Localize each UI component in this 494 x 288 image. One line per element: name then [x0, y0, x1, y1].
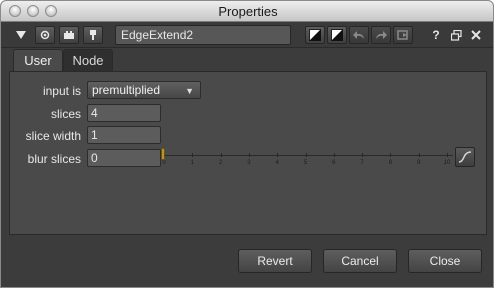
- slider-tick: [248, 153, 250, 157]
- slider-tick: [362, 153, 364, 157]
- slider-tick: [390, 153, 392, 157]
- node-color-swatch-icon[interactable]: [327, 26, 347, 44]
- color-swatch-icon[interactable]: [305, 26, 325, 44]
- blur-slices-slider-track[interactable]: [163, 155, 453, 156]
- slider-tick-label: 10: [443, 160, 451, 166]
- tab-node[interactable]: Node: [63, 49, 113, 71]
- slice-width-label: slice width: [25, 129, 81, 143]
- slider-tick: [220, 153, 222, 157]
- node-graph-icon[interactable]: [59, 26, 79, 44]
- revert-button[interactable]: Revert: [238, 249, 312, 273]
- title-bar: Properties: [1, 1, 493, 22]
- slider-tick: [305, 153, 307, 157]
- tab-user[interactable]: User: [13, 49, 63, 71]
- slider-tick-label: 5: [303, 160, 308, 166]
- input-is-dropdown[interactable]: premultiplied ▼: [87, 81, 201, 99]
- tab-bar: User Node: [1, 49, 493, 71]
- slice-width-input[interactable]: 1: [87, 126, 161, 144]
- redo-icon[interactable]: [371, 26, 391, 44]
- animation-curve-button[interactable]: [455, 147, 475, 167]
- collapse-triangle-icon[interactable]: [14, 26, 28, 44]
- bottom-button-bar: Revert Cancel Close: [1, 241, 493, 287]
- help-icon[interactable]: ?: [429, 26, 443, 44]
- dropdown-caret-icon: ▼: [185, 86, 194, 96]
- input-is-value: premultiplied: [92, 83, 161, 97]
- cancel-button[interactable]: Cancel: [323, 249, 397, 273]
- slider-tick: [418, 153, 420, 157]
- slices-input[interactable]: 4: [87, 104, 161, 122]
- blur-slices-label: blur slices: [27, 152, 81, 166]
- slider-tick-label: 9: [417, 160, 421, 166]
- input-is-label: input is: [42, 84, 81, 98]
- pin-icon[interactable]: [83, 26, 103, 44]
- close-button[interactable]: Close: [408, 249, 482, 273]
- slider-tick-label: 8: [388, 160, 393, 166]
- slices-label: slices: [50, 107, 81, 121]
- slider-tick: [333, 153, 335, 157]
- slider-tick: [277, 153, 279, 157]
- close-panel-icon[interactable]: [469, 26, 483, 44]
- node-name-field[interactable]: EdgeExtend2: [115, 25, 291, 45]
- revert-knobs-icon[interactable]: [393, 26, 413, 44]
- slider-tick: [192, 153, 194, 157]
- viewer-circle-icon[interactable]: [35, 26, 55, 44]
- slider-tick-label: 6: [332, 160, 336, 166]
- slider-tick: [447, 153, 448, 157]
- float-panel-icon[interactable]: [449, 26, 463, 44]
- blur-slices-input[interactable]: 0: [87, 149, 161, 167]
- undo-icon[interactable]: [349, 26, 369, 44]
- slider-tick-label: 7: [360, 160, 364, 166]
- properties-toolbar: EdgeExtend2 ?: [1, 22, 493, 48]
- slider-tick-label: 0: [162, 160, 166, 166]
- slider-tick-label: 4: [275, 160, 279, 166]
- slider-tick-label: 1: [190, 160, 194, 166]
- properties-window: Properties EdgeExtend2 ? User Node input…: [0, 0, 494, 288]
- blur-slices-slider-handle[interactable]: [161, 148, 165, 160]
- slider-tick-label: 2: [218, 160, 223, 166]
- window-title: Properties: [218, 4, 278, 19]
- slider-tick-label: 3: [247, 160, 251, 166]
- curve-icon: [458, 151, 472, 163]
